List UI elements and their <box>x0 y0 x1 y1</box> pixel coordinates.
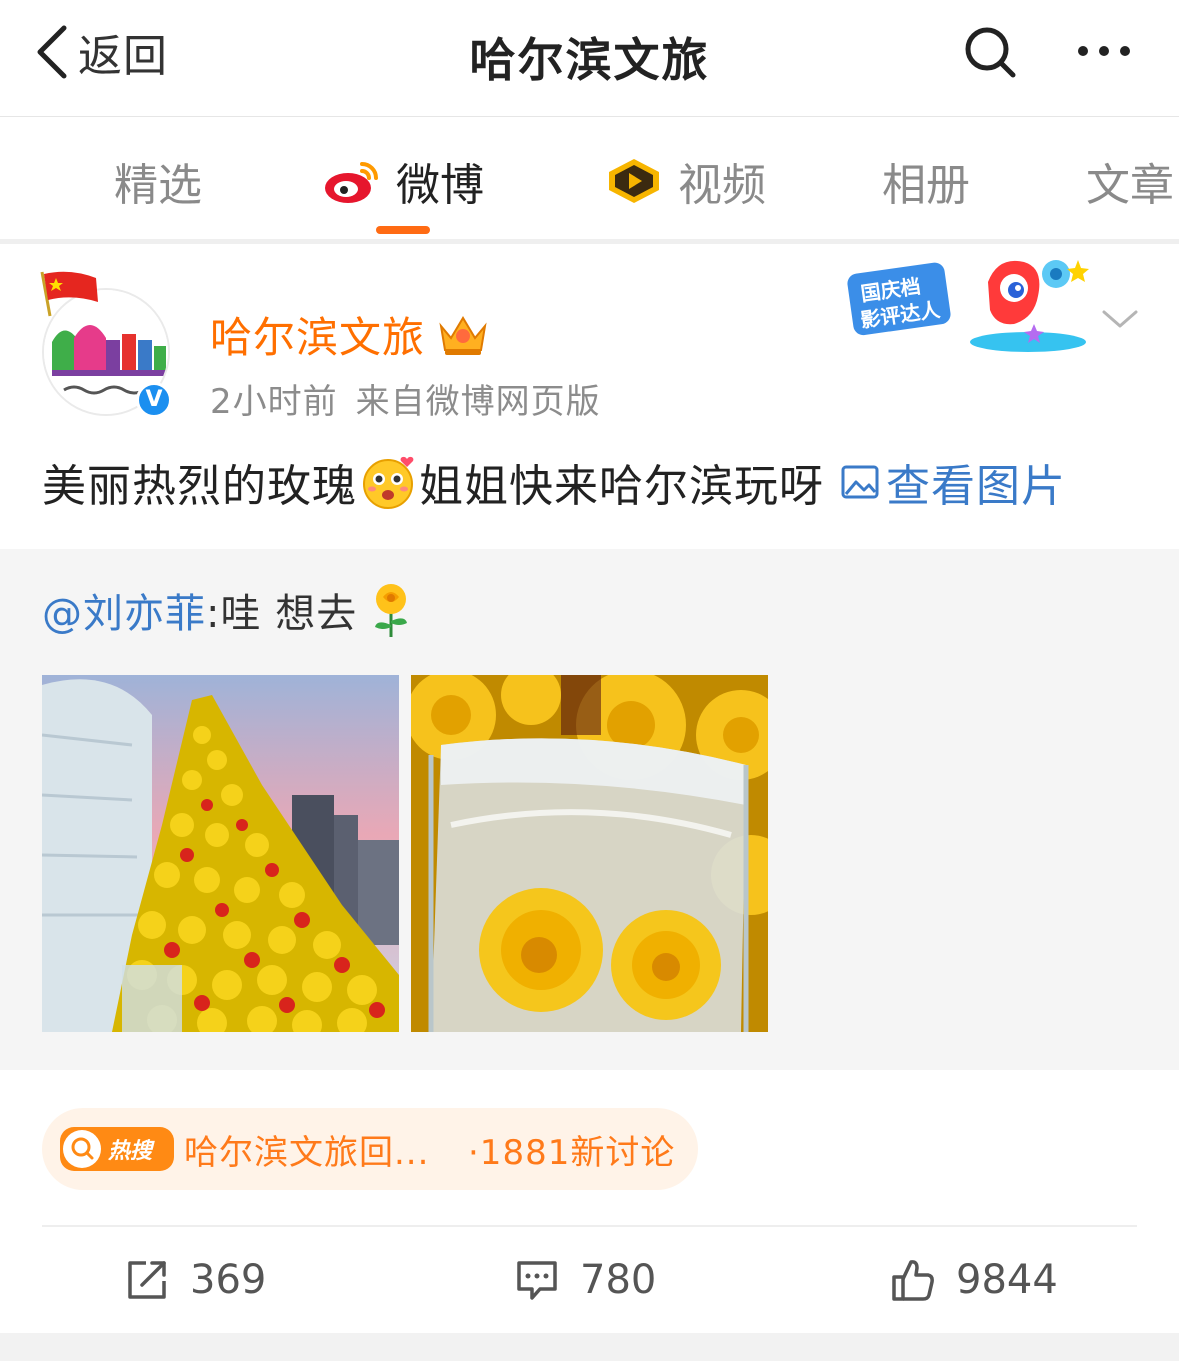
search-icon[interactable] <box>962 24 1018 80</box>
image-icon <box>841 465 879 499</box>
view-pictures-label: 查看图片 <box>886 461 1066 512</box>
post-text-part-2: 姐姐快来哈尔滨玩呀 <box>419 461 824 512</box>
post-meta: 2小时前 来自微博网页版 <box>210 374 601 423</box>
tab-label: 相册 <box>882 160 970 211</box>
comment-button[interactable]: 780 <box>514 1252 656 1308</box>
tab-label: 文章 <box>1086 160 1174 211</box>
post-text-part-1: 美丽热烈的玫瑰 <box>42 461 357 512</box>
repost-count: 369 <box>190 1257 267 1303</box>
tab-articles[interactable]: 文章 <box>1086 151 1174 211</box>
rose-in-ice-photo <box>411 675 768 1032</box>
author-name[interactable]: 哈尔滨文旅 <box>210 304 425 365</box>
post-time: 2小时前 <box>210 382 338 422</box>
crown-icon <box>439 316 487 355</box>
hot-search-tag: 热搜 <box>107 1139 155 1164</box>
post-text: 美丽热烈的玫瑰 姐姐快来哈尔滨玩呀 查看图片 <box>42 452 1066 512</box>
hot-search-title: 哈尔滨文旅回... <box>184 1132 430 1173</box>
hot-search-pill[interactable]: 热搜 哈尔滨文旅回... ·1881新讨论 <box>42 1108 698 1190</box>
tab-label: 微博 <box>396 160 484 211</box>
weibo-logo-icon <box>325 162 378 203</box>
tab-featured[interactable]: 精选 <box>114 151 202 211</box>
tab-albums[interactable]: 相册 <box>882 151 970 211</box>
like-count: 9844 <box>956 1257 1058 1303</box>
repost-message: :哇 想去 <box>206 591 358 637</box>
tab-weibo[interactable]: 微博 <box>322 151 484 211</box>
active-tab-indicator <box>376 226 430 234</box>
share-icon <box>128 1261 166 1299</box>
video-play-icon <box>609 159 659 203</box>
repost-box[interactable]: @刘亦菲 :哇 想去 <box>0 549 1179 1070</box>
hot-search-badge-icon: 热搜 <box>60 1127 174 1171</box>
mention-link[interactable]: @刘亦菲 <box>42 581 206 639</box>
avatar[interactable]: V <box>40 270 172 418</box>
tab-label: 精选 <box>114 160 202 211</box>
tab-video[interactable]: 视频 <box>604 151 766 211</box>
hot-search-count: ·1881新讨论 <box>468 1132 676 1173</box>
comment-count: 780 <box>580 1257 657 1303</box>
profile-tabs: 精选 微博 视频 相册 文章 <box>0 118 1179 244</box>
post-source: 来自微博网页版 <box>355 382 601 422</box>
repost-image-2[interactable] <box>411 675 768 1032</box>
adoring-face-emoji-icon <box>363 456 414 509</box>
repost-text: @刘亦菲 :哇 想去 <box>42 581 417 639</box>
comment-icon <box>517 1261 557 1300</box>
top-bar: 返回 哈尔滨文旅 <box>0 0 1179 117</box>
bottom-separator <box>0 1333 1179 1361</box>
author-row: 哈尔滨文旅 <box>210 306 491 362</box>
chevron-down-icon[interactable] <box>1100 304 1140 332</box>
rose-tree-photo <box>42 675 399 1032</box>
yellow-rose-emoji-icon <box>375 584 408 637</box>
divider <box>42 1225 1137 1227</box>
like-button[interactable]: 9844 <box>890 1252 1058 1308</box>
tab-label: 视频 <box>678 160 766 211</box>
view-pictures-link[interactable]: 查看图片 <box>840 450 1066 514</box>
more-icon[interactable] <box>1074 36 1134 66</box>
repost-image-1[interactable] <box>42 675 399 1032</box>
thumbs-up-icon <box>892 1260 934 1301</box>
promo-badge[interactable]: 国庆档 影评达人 <box>838 252 1090 356</box>
verified-badge: V <box>136 382 172 418</box>
movie-reviewer-badge-icon: 国庆档 影评达人 <box>847 260 1089 352</box>
repost-button[interactable]: 369 <box>124 1252 266 1308</box>
flag-icon <box>40 271 98 317</box>
